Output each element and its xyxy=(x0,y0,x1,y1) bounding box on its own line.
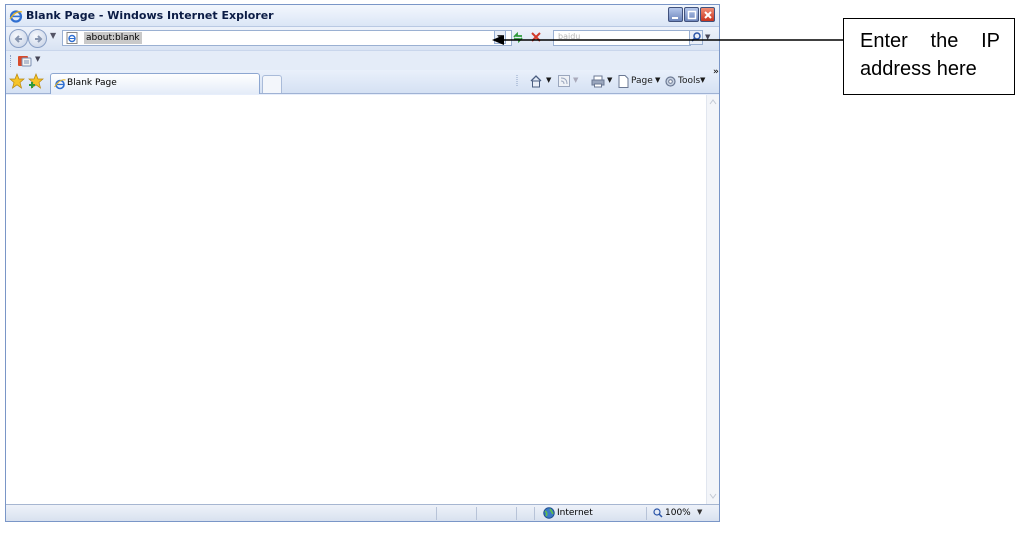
page-content[interactable] xyxy=(6,95,719,504)
internet-globe-icon xyxy=(543,507,555,519)
feeds-dropdown[interactable]: ▼ xyxy=(35,55,40,63)
page-menu-label[interactable]: Page xyxy=(631,76,653,86)
zoom-icon[interactable] xyxy=(653,508,663,518)
zoom-dropdown[interactable]: ▼ xyxy=(697,508,702,516)
security-zone-label[interactable]: Internet xyxy=(557,508,593,518)
scroll-down-icon[interactable] xyxy=(708,491,718,501)
tools-menu-dropdown[interactable]: ▼ xyxy=(700,76,705,84)
stop-icon[interactable] xyxy=(529,30,543,44)
minimize-button[interactable] xyxy=(668,7,683,22)
feeds-icon[interactable] xyxy=(17,54,33,68)
status-separator xyxy=(646,507,647,520)
search-options-dropdown[interactable]: ▼ xyxy=(705,33,710,41)
address-toolbar: ▼ about:blank baidu xyxy=(6,27,719,50)
address-dropdown-icon[interactable] xyxy=(494,30,506,44)
tools-gear-icon[interactable] xyxy=(664,75,677,88)
favorites-star-icon[interactable] xyxy=(9,73,25,89)
feeds-toolbar-icon[interactable] xyxy=(558,75,570,87)
browser-window: Blank Page - Windows Internet Explorer ▼… xyxy=(5,4,720,522)
refresh-icon[interactable] xyxy=(511,30,525,44)
command-grip xyxy=(516,75,518,87)
page-ie-icon xyxy=(66,32,78,44)
home-dropdown[interactable]: ▼ xyxy=(546,76,551,84)
minimize-icon xyxy=(672,17,678,19)
address-input[interactable]: about:blank xyxy=(62,30,512,46)
add-favorites-icon[interactable] xyxy=(28,73,44,89)
annotation-callout: Enter the IP address here xyxy=(843,18,1015,95)
status-bar: Internet 100% ▼ xyxy=(6,504,719,521)
page-icon[interactable] xyxy=(618,75,629,88)
window-title: Blank Page - Windows Internet Explorer xyxy=(26,9,274,22)
forward-button[interactable] xyxy=(28,29,47,48)
home-icon[interactable] xyxy=(529,74,543,88)
back-button[interactable] xyxy=(9,29,28,48)
maximize-icon xyxy=(687,10,697,20)
status-separator xyxy=(516,507,517,520)
address-url: about:blank xyxy=(84,32,142,44)
page-menu-dropdown[interactable]: ▼ xyxy=(655,76,660,84)
close-icon xyxy=(704,11,712,19)
feeds-toolbar: ▼ xyxy=(6,50,719,70)
status-separator xyxy=(476,507,477,520)
zoom-level[interactable]: 100% xyxy=(665,508,691,518)
status-separator xyxy=(436,507,437,520)
ie-logo-icon xyxy=(9,10,23,23)
search-input[interactable]: baidu xyxy=(553,30,691,46)
recent-pages-dropdown[interactable]: ▼ xyxy=(50,31,56,40)
print-dropdown[interactable]: ▼ xyxy=(607,76,612,84)
feeds-toolbar-dropdown[interactable]: ▼ xyxy=(573,76,578,84)
vertical-scrollbar[interactable] xyxy=(706,95,719,504)
tab-label: Blank Page xyxy=(67,78,117,88)
forward-arrow-icon xyxy=(35,35,43,43)
maximize-button[interactable] xyxy=(684,7,699,22)
close-button[interactable] xyxy=(700,7,715,22)
annotation-text: Enter the IP address here xyxy=(860,30,1000,80)
scroll-up-icon[interactable] xyxy=(708,97,718,107)
back-arrow-icon xyxy=(14,35,22,43)
tools-menu-label[interactable]: Tools xyxy=(678,76,700,86)
toolbar-grip[interactable] xyxy=(10,55,12,67)
ie-page-icon xyxy=(54,79,66,90)
new-tab-button[interactable] xyxy=(262,75,282,93)
title-bar: Blank Page - Windows Internet Explorer xyxy=(6,5,719,27)
tab-blank-page[interactable]: Blank Page xyxy=(50,73,260,94)
print-icon[interactable] xyxy=(591,75,605,88)
command-overflow-chevron[interactable]: » xyxy=(713,67,719,77)
search-placeholder: baidu xyxy=(558,32,581,41)
status-separator xyxy=(534,507,535,520)
search-icon[interactable] xyxy=(689,30,703,45)
